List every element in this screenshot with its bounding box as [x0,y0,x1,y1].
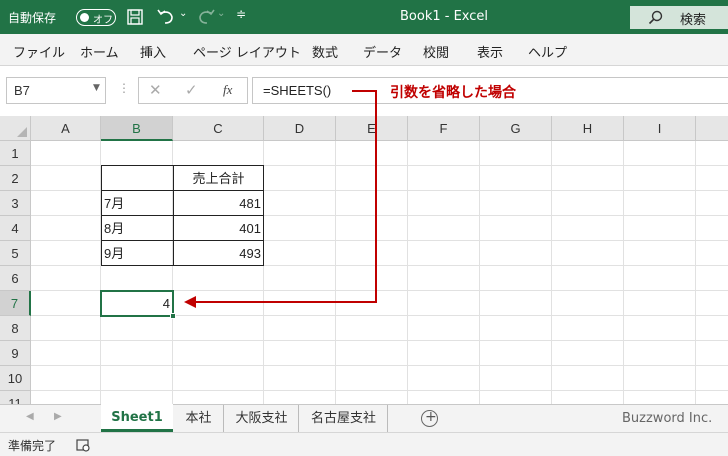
search-icon [648,10,663,25]
tab-page-layout[interactable]: ページ レイアウト [193,42,301,61]
formula-buttons: ✕ ✓ fx [138,77,248,104]
save-button[interactable] [126,8,144,26]
gridline [31,340,728,341]
autosave-label: 自動保存 [8,11,57,25]
formula-bar-area: B7 ▼ ⋮ ✕ ✓ fx =SHEETS() 引数を省略した場合 [0,66,728,116]
column-header-d[interactable]: D [264,116,336,141]
column-header-j[interactable] [696,116,728,141]
name-box-value: B7 [14,83,30,98]
scroll-right-icon[interactable]: ▶ [54,411,62,422]
status-text: 準備完了 [8,439,57,453]
sheet-tab-osaka[interactable]: 大阪支社 [225,405,299,432]
cell-b7[interactable]: 4 [101,291,173,316]
column-header-f[interactable]: F [408,116,480,141]
row-header-4[interactable]: 4 [0,216,31,241]
cell-b3[interactable]: 7月 [101,191,173,216]
column-header-e[interactable]: E [336,116,408,141]
cell-c5[interactable]: 493 [173,241,264,266]
undo-dropdown-icon[interactable]: ⌄ [179,8,187,19]
undo-button[interactable] [156,7,178,27]
tab-view[interactable]: 表示 [477,42,503,61]
annotation-label: 引数を省略した場合 [390,85,516,101]
autosave-toggle[interactable]: オフ [76,9,116,26]
redo-dropdown-icon[interactable]: ⌄ [217,8,225,19]
row-header-2[interactable]: 2 [0,166,31,191]
macro-record-icon[interactable] [76,438,90,452]
redo-icon [199,9,215,24]
tab-home[interactable]: ホーム [80,42,119,61]
row-header-5[interactable]: 5 [0,241,31,266]
name-box[interactable]: B7 ▼ [6,77,106,104]
ribbon-tabs: ファイル ホーム 挿入 ページ レイアウト 数式 データ 校閲 表示 ヘルプ [0,34,728,66]
column-header-b[interactable]: B [101,116,173,141]
gridline [31,365,728,366]
insert-function-button[interactable]: fx [223,82,232,98]
gridline [31,390,728,391]
tab-review[interactable]: 校閲 [423,42,449,61]
customize-toolbar-icon[interactable]: ≑ [236,7,246,21]
worksheet-grid[interactable]: A B C D E F G H I 1 2 3 4 5 6 7 8 9 10 1… [0,116,728,404]
cell-b5[interactable]: 9月 [101,241,173,266]
tab-file[interactable]: ファイル [13,42,65,61]
cell-b4[interactable]: 8月 [101,216,173,241]
sheet-tab-sheet1[interactable]: Sheet1 [101,404,173,432]
row-header-7[interactable]: 7 [0,291,31,316]
sheet-tab-bar: ◀ ▶ Sheet1 本社 大阪支社 名古屋支社 + Buzzword Inc. [0,404,728,432]
title-bar: 自動保存 オフ ⌄ ⌄ ≑ Book1 - Excel 検索 [0,0,728,34]
row-header-8[interactable]: 8 [0,316,31,341]
tab-help[interactable]: ヘルプ [528,42,567,61]
row-header-10[interactable]: 10 [0,366,31,391]
cell-c4[interactable]: 401 [173,216,264,241]
cell-c2[interactable]: 売上合計 [173,166,264,191]
column-header-g[interactable]: G [480,116,552,141]
tab-insert[interactable]: 挿入 [140,42,166,61]
formula-text: =SHEETS() [263,83,332,98]
row-header-11[interactable]: 11 [0,391,31,404]
row-header-6[interactable]: 6 [0,266,31,291]
row-header-9[interactable]: 9 [0,341,31,366]
tab-formulas[interactable]: 数式 [312,42,338,61]
tab-data[interactable]: データ [363,42,402,61]
column-header-a[interactable]: A [31,116,101,141]
name-box-dropdown-icon[interactable]: ▼ [93,83,100,93]
sheet-tab-honsha[interactable]: 本社 [174,405,224,432]
toggle-knob [80,13,89,22]
search-label: 検索 [680,13,707,28]
column-header-i[interactable]: I [624,116,696,141]
enter-icon[interactable]: ✓ [185,81,198,99]
cancel-icon[interactable]: ✕ [149,81,162,99]
redo-button[interactable] [194,7,216,27]
save-icon [127,9,143,25]
column-header-c[interactable]: C [173,116,264,141]
new-sheet-button[interactable]: + [421,409,438,427]
row-header-3[interactable]: 3 [0,191,31,216]
corner-triangle-icon [17,127,27,137]
sheet-tab-nagoya[interactable]: 名古屋支社 [300,405,388,432]
more-options-icon: ⋮ [118,81,130,95]
row-header-1[interactable]: 1 [0,141,31,166]
search-box[interactable]: 検索 [630,6,728,29]
plus-icon: + [425,409,437,425]
window-title: Book1 - Excel [400,9,489,24]
watermark: Buzzword Inc. [622,411,713,426]
status-bar: 準備完了 [0,432,728,456]
autosave-state: オフ [93,15,113,26]
undo-icon [157,9,173,24]
cell-c3[interactable]: 481 [173,191,264,216]
select-all-corner[interactable] [0,116,31,141]
column-header-h[interactable]: H [552,116,624,141]
scroll-left-icon[interactable]: ◀ [26,411,34,422]
